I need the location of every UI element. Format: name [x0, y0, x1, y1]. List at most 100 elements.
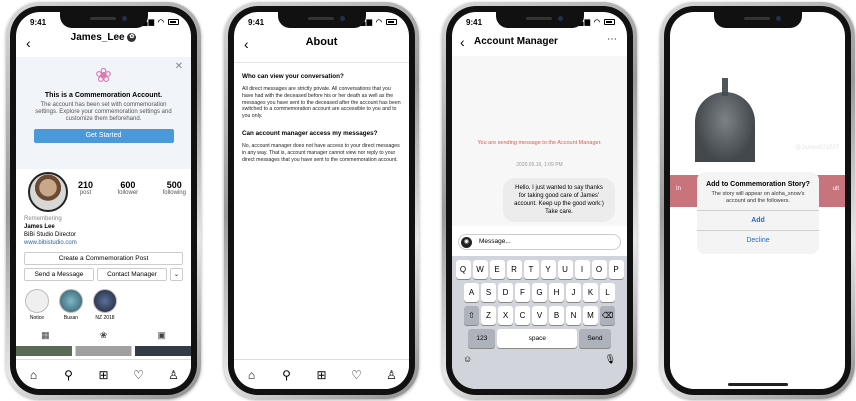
app-mockup-stage: 9:41 ▂▄▆ ◠ ‹ James_Lee ✿ ✕ ❀ This is a C… — [0, 0, 856, 401]
close-icon[interactable]: ✕ — [175, 61, 183, 72]
backspace-key[interactable]: ⌫ — [600, 306, 615, 325]
back-icon[interactable]: ‹ — [460, 34, 465, 50]
key[interactable]: E — [489, 260, 505, 279]
key[interactable]: K — [583, 283, 598, 302]
key[interactable]: H — [549, 283, 564, 302]
profile-header: ‹ James_Lee ✿ — [16, 32, 191, 54]
send-message-button[interactable]: Send a Message — [24, 268, 94, 281]
numbers-key[interactable]: 123 — [468, 329, 496, 348]
decline-button[interactable]: Decline — [697, 230, 819, 250]
key[interactable]: B — [549, 306, 564, 325]
key[interactable]: W — [472, 260, 488, 279]
add-story-dialog: Add to Commemoration Story? The story wi… — [697, 172, 819, 254]
profile-content-tabs: ▦ ❀ ▣ — [16, 330, 191, 344]
phone-story-dialog: 9:41 ▂▄▆ ◠ @James021007 In ult Add to Co… — [660, 2, 855, 399]
key[interactable]: L — [600, 283, 615, 302]
key[interactable]: T — [523, 260, 539, 279]
chat-screen: 9:41 ▂▄▆ ◠ ‹ Account Manager ⋯ You are s… — [452, 12, 627, 389]
stat-value: 500 — [166, 180, 182, 190]
key[interactable]: A — [464, 283, 479, 302]
profile-icon[interactable]: ♙ — [382, 368, 402, 382]
message-placeholder: Message... — [479, 238, 511, 245]
profile-action-row: Send a Message Contact Manager ⌄ — [24, 268, 183, 281]
highlight-notice[interactable]: Notice — [24, 289, 50, 321]
key[interactable]: N — [566, 306, 581, 325]
home-icon[interactable]: ⌂ — [242, 368, 262, 382]
bottom-tab-bar: ⌂ ⚲ ⊞ ♡ ♙ — [234, 359, 409, 389]
key[interactable]: D — [498, 283, 513, 302]
keyboard-row: ASDFGHJKL — [455, 283, 624, 302]
microphone-icon[interactable]: 🎙 — [605, 354, 616, 365]
search-icon[interactable]: ⚲ — [59, 368, 79, 382]
key[interactable]: Y — [540, 260, 556, 279]
stat-label: following — [162, 190, 186, 196]
highlight-busan[interactable]: Busan — [58, 289, 84, 321]
key[interactable]: U — [557, 260, 573, 279]
caption-text-right: ult — [832, 186, 839, 192]
get-started-button[interactable]: Get Started — [33, 129, 174, 143]
stat-following[interactable]: 500 following — [163, 180, 186, 196]
space-key[interactable]: space — [497, 329, 578, 348]
commemoration-banner: ✕ ❀ This is a Commemoration Account. The… — [16, 57, 191, 169]
cathedral-dome-photo — [695, 92, 755, 162]
message-input[interactable]: ◉ Message... — [458, 234, 621, 250]
faq-answer: No, account manager does not have access… — [242, 142, 400, 163]
profile-link[interactable]: www.bibistudio.com — [24, 239, 77, 247]
key[interactable]: O — [591, 260, 607, 279]
key[interactable]: Q — [455, 260, 471, 279]
key[interactable]: I — [574, 260, 590, 279]
status-time: 9:41 — [248, 18, 265, 27]
system-message: You are sending message to the Account M… — [477, 140, 602, 146]
stat-posts[interactable]: 210 post — [78, 180, 93, 196]
chevron-down-icon[interactable]: ⌄ — [170, 268, 183, 281]
send-key[interactable]: Send — [579, 329, 611, 348]
heart-icon[interactable]: ♡ — [347, 368, 367, 382]
highlight-label: Notice — [29, 315, 45, 321]
about-content: Who can view your conversation? All dire… — [234, 62, 409, 183]
home-indicator[interactable] — [727, 383, 788, 386]
add-button[interactable]: Add — [697, 210, 819, 230]
more-options-icon[interactable]: ⋯ — [607, 34, 617, 45]
faq-question: Can account manager access my messages? — [242, 129, 378, 137]
keyboard-accessory-row: ☺ 🎙 — [455, 352, 624, 367]
shift-key[interactable]: ⇧ — [464, 306, 479, 325]
message-bubble: Hello. I just wanted to say thanks for t… — [503, 178, 615, 222]
keyboard: QWERTYUIOP ASDFGHJKL ⇧ ZXCVBNM ⌫ 123 spa… — [452, 256, 627, 389]
heart-icon[interactable]: ♡ — [129, 368, 149, 382]
tagged-icon[interactable]: ▣ — [157, 330, 166, 344]
key[interactable]: C — [515, 306, 530, 325]
search-icon[interactable]: ⚲ — [277, 368, 297, 382]
contact-manager-button[interactable]: Contact Manager — [97, 268, 167, 281]
highlight-nz-2018[interactable]: NZ 2018 — [92, 289, 118, 321]
highlight-thumb — [59, 289, 83, 313]
avatar[interactable] — [28, 172, 68, 212]
stat-followers[interactable]: 600 follower — [117, 180, 138, 196]
grid-icon[interactable]: ▦ — [41, 330, 50, 344]
key[interactable]: Z — [481, 306, 496, 325]
back-icon[interactable]: ‹ — [26, 35, 31, 51]
key[interactable]: R — [506, 260, 522, 279]
post-grid[interactable] — [16, 346, 191, 356]
create-commemoration-post-button[interactable]: Create a Commemoration Post — [24, 252, 183, 265]
emoji-icon[interactable]: ☺ — [463, 354, 472, 365]
key[interactable]: M — [583, 306, 598, 325]
key[interactable]: J — [566, 283, 581, 302]
key[interactable]: S — [481, 283, 496, 302]
profile-screen: 9:41 ▂▄▆ ◠ ‹ James_Lee ✿ ✕ ❀ This is a C… — [16, 12, 191, 389]
home-icon[interactable]: ⌂ — [24, 368, 44, 382]
key[interactable]: F — [515, 283, 530, 302]
key[interactable]: P — [608, 260, 624, 279]
key[interactable]: G — [532, 283, 547, 302]
camera-icon[interactable]: ◉ — [461, 237, 472, 248]
profile-icon[interactable]: ♙ — [164, 368, 184, 382]
key[interactable]: V — [532, 306, 547, 325]
add-post-icon[interactable]: ⊞ — [94, 368, 114, 382]
stat-value: 600 — [120, 180, 136, 190]
keyboard-letter-group: ZXCVBNM — [481, 306, 598, 325]
stat-label: follower — [117, 190, 139, 196]
highlight-label: NZ 2018 — [95, 315, 115, 321]
status-time: 9:41 — [684, 18, 701, 27]
add-post-icon[interactable]: ⊞ — [312, 368, 332, 382]
key[interactable]: X — [498, 306, 513, 325]
lotus-tab-icon[interactable]: ❀ — [100, 330, 108, 344]
